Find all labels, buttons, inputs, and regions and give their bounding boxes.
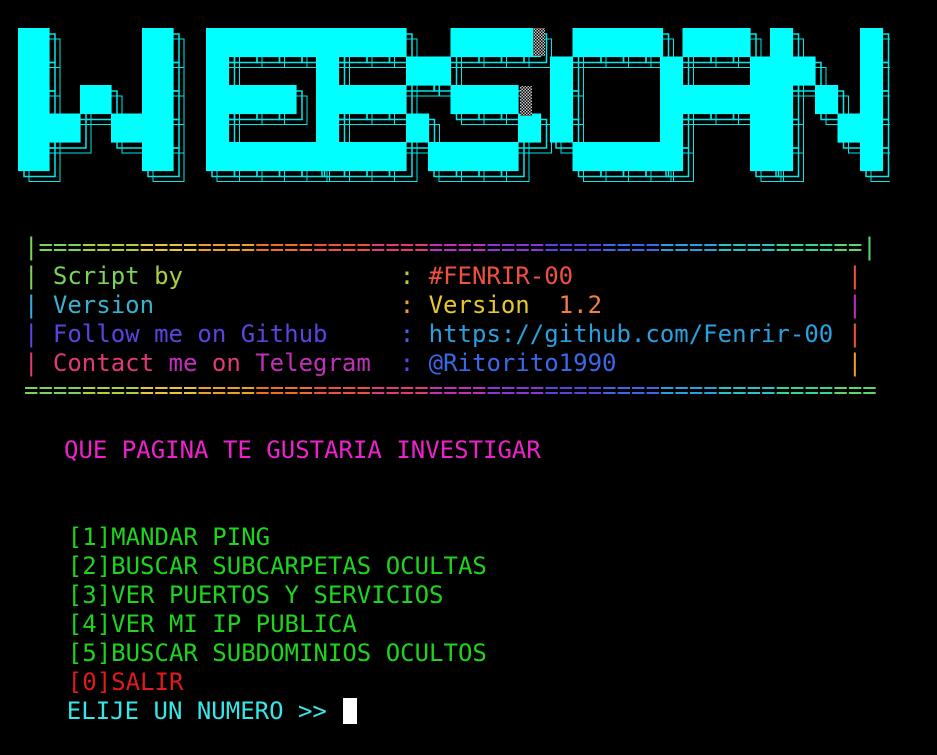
info-row-version: | Version : Version 1.2 | (24, 291, 862, 320)
box-right-bar: | (847, 262, 863, 290)
box-right-bar: | (847, 291, 863, 319)
box-right-bar: | (847, 349, 863, 377)
banner-letter-c (550, 28, 674, 182)
info-row-github: | Follow me on Github : https://github.c… (24, 320, 862, 349)
info-value: https://github.com/Fenrir-00 (428, 320, 834, 348)
info-label-word: by (154, 262, 183, 290)
input-prompt-line[interactable]: ELIJE UN NUMERO >> (9, 668, 358, 755)
info-separator: : (399, 291, 429, 319)
input-prompt-label: ELIJE UN NUMERO >> (66, 697, 342, 725)
box-left-bar: | (24, 320, 53, 348)
info-label-word: Follow (52, 320, 140, 348)
info-separator: : (399, 349, 429, 377)
info-box-top-border: |=======================================… (24, 233, 877, 261)
info-label-word: me (168, 349, 198, 377)
info-row-telegram: | Contact me on Telegram : @Ritorito1990… (24, 349, 862, 378)
info-separator: : (399, 320, 429, 348)
info-value: @Ritorito1990 (428, 349, 617, 377)
banner-letter-w (18, 28, 185, 182)
info-label-word: Contact (52, 349, 155, 377)
box-left-bar: | (24, 349, 53, 377)
terminal-window[interactable]: |=======================================… (0, 0, 937, 737)
info-label-word: me (154, 320, 183, 348)
info-box-bottom-border: ========================================… (24, 376, 877, 404)
banner-letter-e (206, 28, 330, 182)
banner-shade (533, 28, 545, 56)
banner-letter-a (660, 28, 784, 182)
info-label-word: Github (240, 320, 328, 348)
banner-shade (520, 86, 532, 116)
info-separator: : (399, 262, 429, 290)
info-label-word: Telegram (255, 349, 371, 377)
info-label-word: on (211, 349, 241, 377)
box-right-bar: | (847, 320, 863, 348)
prompt-question: QUE PAGINA TE GUSTARIA INVESTIGAR (64, 436, 541, 464)
banner-letter-n (770, 28, 890, 182)
info-label-word: on (197, 320, 227, 348)
info-value: Version (428, 291, 530, 319)
info-label-word: Version (52, 291, 155, 319)
banner-letter-b (316, 28, 440, 182)
info-value: #FENRIR-00 (428, 262, 574, 290)
box-left-bar: | (24, 291, 53, 319)
info-row-script-by: | Script by : #FENRIR-00 | (24, 262, 862, 291)
banner-letter-s (428, 28, 552, 182)
info-label-word: Script (52, 262, 140, 290)
text-cursor[interactable] (343, 698, 358, 724)
webscan-banner (18, 28, 890, 182)
info-value: 1.2 (558, 291, 603, 319)
box-left-bar: | (24, 262, 53, 290)
